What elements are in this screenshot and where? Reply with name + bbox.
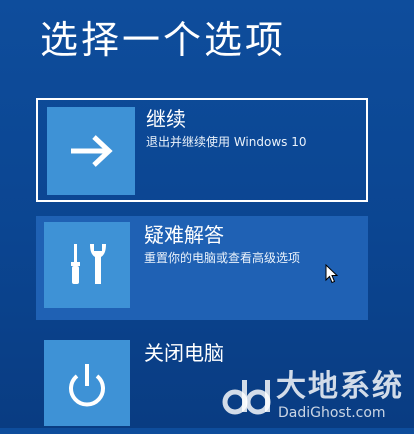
tools-icon — [71, 244, 106, 284]
watermark-url: DadiGhost.com — [278, 405, 386, 421]
watermark-name: 大地系统 — [276, 369, 404, 404]
troubleshoot-title: 疑难解答 — [144, 223, 224, 247]
shutdown-tile — [44, 340, 130, 426]
watermark-logo-icon — [222, 380, 271, 415]
arrow-right-icon — [71, 135, 113, 167]
continue-option[interactable]: 继续 退出并继续使用 Windows 10 — [36, 98, 368, 202]
watermark: 大地系统 DadiGhost.com — [220, 366, 408, 426]
mouse-cursor-icon — [325, 264, 339, 284]
page-title: 选择一个选项 — [40, 18, 287, 62]
power-icon — [69, 364, 105, 407]
troubleshoot-tile — [44, 222, 130, 308]
continue-description: 退出并继续使用 Windows 10 — [146, 135, 307, 149]
continue-title: 继续 — [146, 107, 186, 131]
troubleshoot-option[interactable]: 疑难解答 重置你的电脑或查看高级选项 — [36, 216, 368, 320]
continue-tile — [47, 107, 135, 195]
troubleshoot-description: 重置你的电脑或查看高级选项 — [144, 251, 301, 265]
shutdown-title: 关闭电脑 — [144, 341, 224, 365]
